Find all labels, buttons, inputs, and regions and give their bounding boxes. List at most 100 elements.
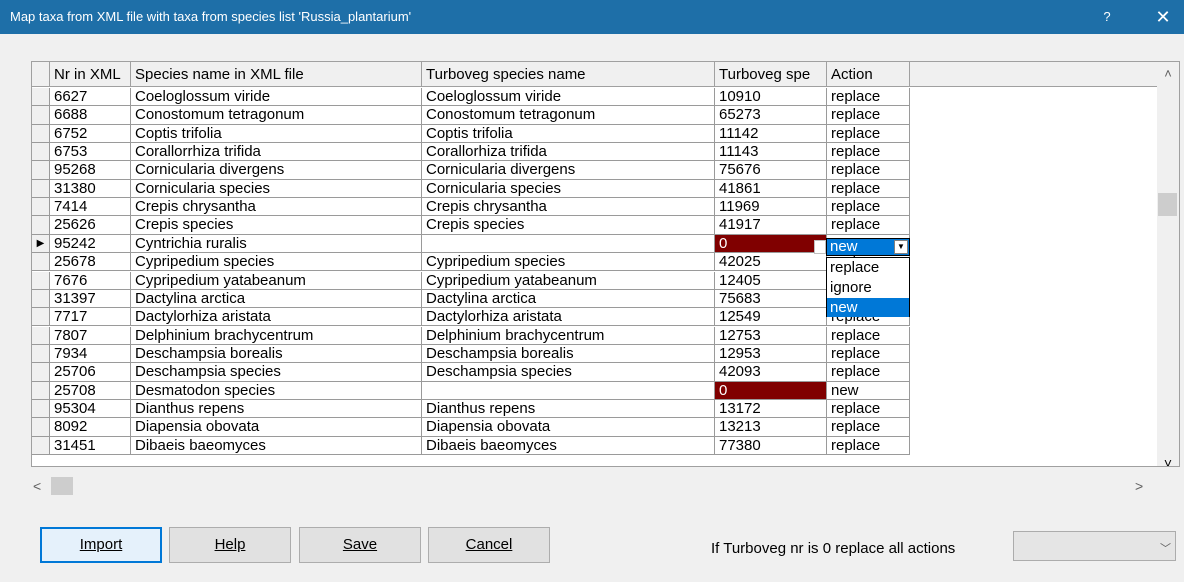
cell-nr[interactable]: 25706 bbox=[50, 363, 131, 382]
table-row[interactable]: 6688 Conostomum tetragonum Conostomum tetr… bbox=[32, 106, 910, 125]
row-indicator[interactable] bbox=[32, 253, 50, 272]
taxa-grid[interactable]: Nr in XML Species name in XML file Turbo… bbox=[31, 61, 1180, 467]
table-row[interactable]: 7414 Crepis chrysantha Crepis chrysantha 11… bbox=[32, 198, 910, 217]
column-header-turboveg-nr[interactable]: Turboveg spe bbox=[715, 62, 827, 87]
cell-turboveg-nr[interactable]: 13172 bbox=[715, 399, 827, 419]
cell-turboveg-name[interactable]: Deschampsia borealis bbox=[422, 344, 715, 364]
table-row[interactable]: 7934 Deschampsia borealis Deschampsia bore… bbox=[32, 344, 910, 364]
table-row[interactable]: 25626 Crepis species Crepis species 41917 re… bbox=[32, 216, 910, 235]
cell-nr[interactable]: 31380 bbox=[50, 179, 131, 199]
cell-xml-name[interactable]: Desmatodon species bbox=[131, 381, 422, 400]
cell-turboveg-name[interactable]: Crepis species bbox=[422, 216, 715, 235]
dropdown-option-replace[interactable]: replace bbox=[827, 258, 909, 277]
scroll-left-icon[interactable]: < bbox=[33, 476, 47, 496]
cell-xml-name[interactable]: Crepis chrysantha bbox=[131, 198, 422, 217]
row-indicator[interactable] bbox=[32, 106, 50, 125]
cell-turboveg-nr[interactable]: 12753 bbox=[715, 326, 827, 345]
table-row[interactable]: 25706 Deschampsia species Deschampsia spec… bbox=[32, 363, 910, 382]
column-header-turboveg-name[interactable]: Turboveg species name bbox=[422, 62, 715, 87]
table-row[interactable]: 7676 Cypripedium yatabeanum Cypripedium ya… bbox=[32, 271, 910, 290]
cell-action[interactable]: replace bbox=[827, 326, 910, 345]
cell-nr[interactable]: 31397 bbox=[50, 289, 131, 309]
row-indicator[interactable] bbox=[32, 418, 50, 437]
dropdown-arrow-icon[interactable]: ▼ bbox=[894, 240, 908, 254]
cell-xml-name[interactable]: Coptis trifolia bbox=[131, 124, 422, 143]
close-icon[interactable]: ✕ bbox=[1146, 4, 1180, 30]
column-header-action[interactable]: Action bbox=[827, 62, 910, 87]
cell-nr[interactable]: 95304 bbox=[50, 399, 131, 419]
cell-turboveg-name[interactable]: Coeloglossum viride bbox=[422, 88, 715, 107]
cell-turboveg-nr[interactable]: 42025 bbox=[715, 253, 827, 272]
cell-action[interactable]: replace bbox=[827, 179, 910, 199]
cell-action[interactable]: replace bbox=[827, 88, 910, 107]
cell-turboveg-nr[interactable]: 13213 bbox=[715, 418, 827, 437]
vertical-scrollbar[interactable]: ˄ ˅ bbox=[1157, 62, 1179, 466]
row-indicator[interactable] bbox=[32, 399, 50, 419]
row-indicator[interactable] bbox=[32, 271, 50, 290]
cell-xml-name[interactable]: Dactylina arctica bbox=[131, 289, 422, 309]
cell-xml-name[interactable]: Crepis species bbox=[131, 216, 422, 235]
table-row[interactable]: 31451 Dibaeis baeomyces Dibaeis baeomyces 7… bbox=[32, 436, 910, 455]
horizontal-scroll-thumb[interactable] bbox=[51, 477, 73, 495]
cell-action[interactable]: replace bbox=[827, 198, 910, 217]
cell-nr[interactable]: 7676 bbox=[50, 271, 131, 290]
cell-nr[interactable]: 7807 bbox=[50, 326, 131, 345]
table-row[interactable]: 31380 Cornicularia species Cornicularia sp… bbox=[32, 179, 910, 199]
cell-turboveg-nr[interactable]: 42093 bbox=[715, 363, 827, 382]
cell-turboveg-name[interactable]: Cypripedium yatabeanum bbox=[422, 271, 715, 290]
cell-turboveg-nr[interactable]: 0 bbox=[715, 234, 827, 254]
cell-xml-name[interactable]: Cyntrichia ruralis bbox=[131, 234, 422, 254]
cell-nr[interactable]: 6752 bbox=[50, 124, 131, 143]
cell-action[interactable]: replace bbox=[827, 161, 910, 180]
save-button[interactable]: Save bbox=[299, 527, 421, 563]
table-row[interactable]: 95268 Cornicularia divergens Cornicularia … bbox=[32, 161, 910, 180]
action-dropdown-list[interactable]: replace ignore new bbox=[826, 257, 910, 317]
table-row[interactable]: 7807 Delphinium brachycentrum Delphinium b… bbox=[32, 326, 910, 345]
cell-xml-name[interactable]: Dibaeis baeomyces bbox=[131, 436, 422, 455]
chevron-down-icon[interactable]: ﹀ bbox=[1160, 540, 1171, 556]
scroll-down-icon[interactable]: ˅ bbox=[1157, 456, 1179, 466]
cell-edit-button[interactable] bbox=[814, 240, 826, 254]
cell-turboveg-nr[interactable]: 75683 bbox=[715, 289, 827, 309]
cell-nr[interactable]: 7414 bbox=[50, 198, 131, 217]
table-row[interactable]: 8092 Diapensia obovata Diapensia obovata 13… bbox=[32, 418, 910, 437]
row-indicator[interactable] bbox=[32, 124, 50, 143]
table-row[interactable]: 25708 Desmatodon species 0 new bbox=[32, 381, 910, 400]
help-button[interactable]: Help bbox=[169, 527, 291, 563]
cell-nr[interactable]: 6753 bbox=[50, 143, 131, 162]
table-row[interactable]: 31397 Dactylina arctica Dactylina arctica 7… bbox=[32, 289, 910, 309]
cell-turboveg-nr[interactable]: 12549 bbox=[715, 308, 827, 327]
row-indicator[interactable] bbox=[32, 161, 50, 180]
cell-nr[interactable]: 8092 bbox=[50, 418, 131, 437]
cancel-button[interactable]: Cancel bbox=[428, 527, 550, 563]
cell-turboveg-nr[interactable]: 0 bbox=[715, 381, 827, 400]
cell-nr[interactable]: 7717 bbox=[50, 308, 131, 327]
cell-nr[interactable]: 25678 bbox=[50, 253, 131, 272]
import-button[interactable]: Import bbox=[40, 527, 162, 563]
cell-turboveg-name[interactable]: Diapensia obovata bbox=[422, 418, 715, 437]
cell-nr[interactable]: 31451 bbox=[50, 436, 131, 455]
vertical-scroll-thumb[interactable] bbox=[1158, 193, 1177, 216]
dropdown-option-new[interactable]: new bbox=[827, 298, 909, 317]
cell-xml-name[interactable]: Coeloglossum viride bbox=[131, 88, 422, 107]
cell-turboveg-name[interactable] bbox=[422, 234, 715, 254]
cell-turboveg-name[interactable]: Cypripedium species bbox=[422, 253, 715, 272]
cell-turboveg-name[interactable]: Dianthus repens bbox=[422, 399, 715, 419]
cell-turboveg-nr[interactable]: 65273 bbox=[715, 106, 827, 125]
cell-nr[interactable]: 6688 bbox=[50, 106, 131, 125]
cell-xml-name[interactable]: Delphinium brachycentrum bbox=[131, 326, 422, 345]
cell-action[interactable]: replace bbox=[827, 216, 910, 235]
cell-action[interactable]: replace bbox=[827, 363, 910, 382]
row-indicator[interactable] bbox=[32, 381, 50, 400]
horizontal-scrollbar[interactable]: < > bbox=[31, 474, 1155, 498]
cell-action[interactable]: replace bbox=[827, 418, 910, 437]
row-indicator[interactable] bbox=[32, 198, 50, 217]
table-row[interactable]: 6752 Coptis trifolia Coptis trifolia 11142 r… bbox=[32, 124, 910, 143]
cell-turboveg-nr[interactable]: 11142 bbox=[715, 124, 827, 143]
cell-turboveg-nr[interactable]: 12953 bbox=[715, 344, 827, 364]
help-icon[interactable]: ? bbox=[1092, 6, 1122, 28]
cell-turboveg-nr[interactable]: 10910 bbox=[715, 88, 827, 107]
cell-xml-name[interactable]: Cornicularia species bbox=[131, 179, 422, 199]
cell-xml-name[interactable]: Dianthus repens bbox=[131, 399, 422, 419]
table-row[interactable]: ▶ 95242 Cyntrichia ruralis 0 bbox=[32, 234, 910, 254]
